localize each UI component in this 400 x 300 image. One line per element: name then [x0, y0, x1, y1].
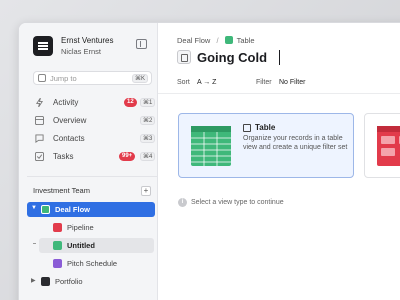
board-view-card[interactable] [364, 113, 400, 178]
filter-dropdown[interactable]: No Filter [279, 79, 305, 86]
overview-shortcut: ⌘2 [140, 116, 156, 125]
breadcrumb-current: Table [236, 36, 255, 45]
tree-item-pitch-schedule[interactable]: Pitch Schedule [39, 256, 154, 271]
page-icon[interactable] [177, 50, 191, 64]
expand-arrow-icon[interactable]: ▼ [31, 205, 37, 211]
tree-connector [33, 243, 36, 244]
tasks-count-badge: 99+ [119, 152, 136, 161]
jump-to-search[interactable]: Jump to ⌘K [33, 71, 152, 85]
collapse-arrow-icon[interactable]: ▶ [31, 277, 36, 284]
tree-item-label: Pipeline [67, 223, 94, 232]
sidebar-item-contacts[interactable]: Contacts ⌘3 [33, 132, 156, 146]
checkbox-icon [35, 152, 44, 161]
sidebar: Ernst Ventures Niclas Ernst Jump to ⌘K A… [19, 23, 158, 300]
user-name: Niclas Ernst [61, 47, 102, 56]
tree-item-label: Untitled [67, 241, 95, 250]
text-caret [279, 50, 280, 65]
contacts-shortcut: ⌘3 [140, 134, 156, 143]
table-view-card[interactable]: Table Organize your records in a table v… [178, 113, 354, 178]
tree-item-label: Portfolio [55, 277, 83, 286]
collapse-sidebar-icon[interactable] [136, 39, 147, 49]
list-icon [41, 277, 50, 286]
table-small-icon [243, 124, 251, 132]
chat-icon [35, 134, 44, 143]
tree-item-label: Pitch Schedule [67, 259, 118, 268]
app-window: Ernst Ventures Niclas Ernst Jump to ⌘K A… [18, 22, 400, 300]
filter-label: Filter [256, 79, 272, 86]
toolbar-divider [158, 93, 400, 94]
sort-label: Sort [177, 79, 190, 86]
board-illustration-icon [377, 126, 400, 166]
page-title-input[interactable]: Going Cold [197, 50, 267, 65]
breadcrumb-separator: / [216, 36, 219, 45]
list-icon [41, 205, 50, 214]
sidebar-item-label: Overview [53, 116, 87, 125]
sidebar-item-label: Tasks [53, 152, 74, 161]
card-title: Table [255, 123, 276, 132]
board-view-icon [53, 223, 62, 232]
table-view-icon [224, 36, 233, 44]
tree-item-label: Deal Flow [55, 205, 91, 214]
helper-text: Select a view type to continue [191, 199, 284, 206]
tree-item-untitled[interactable]: Untitled [33, 238, 154, 253]
sort-dropdown[interactable]: A → Z [197, 79, 216, 86]
workspace-logo [33, 36, 53, 56]
card-description: Organize your records in a table view an… [243, 135, 348, 151]
sidebar-divider [27, 176, 158, 177]
table-illustration-icon [191, 126, 231, 166]
info-icon: i [178, 198, 187, 207]
jump-icon [38, 74, 46, 82]
tree-item-deal-flow[interactable]: ▼ Deal Flow [27, 202, 155, 217]
sidebar-item-overview[interactable]: Overview ⌘2 [33, 114, 156, 128]
lightning-icon [35, 98, 44, 107]
calendar-view-icon [53, 259, 62, 268]
section-title: Investment Team [33, 186, 90, 195]
jump-shortcut: ⌘K [131, 74, 148, 83]
activity-shortcut: ⌘1 [140, 98, 156, 107]
sidebar-item-label: Activity [53, 98, 79, 107]
main-content: Deal Flow / Table Going Cold Sort A → Z … [158, 23, 400, 300]
workspace-name: Ernst Ventures [61, 36, 114, 45]
tasks-shortcut: ⌘4 [140, 152, 156, 161]
breadcrumb-parent[interactable]: Deal Flow [177, 36, 210, 45]
breadcrumb: Deal Flow / Table [177, 36, 255, 45]
table-view-icon [53, 241, 62, 250]
activity-count-badge: 12 [124, 98, 137, 107]
workspace-switcher[interactable]: Ernst Ventures Niclas Ernst [33, 35, 151, 61]
sidebar-item-tasks[interactable]: Tasks 99+ ⌘4 [33, 150, 156, 164]
jump-placeholder: Jump to [50, 74, 77, 83]
grid-icon [35, 116, 44, 125]
sidebar-item-activity[interactable]: Activity 12 ⌘1 [33, 96, 156, 110]
sidebar-item-label: Contacts [53, 134, 85, 143]
tree-item-pipeline[interactable]: Pipeline [39, 220, 149, 235]
tree-item-portfolio[interactable]: ▶ Portfolio [27, 274, 155, 289]
add-list-button[interactable]: + [141, 186, 151, 196]
